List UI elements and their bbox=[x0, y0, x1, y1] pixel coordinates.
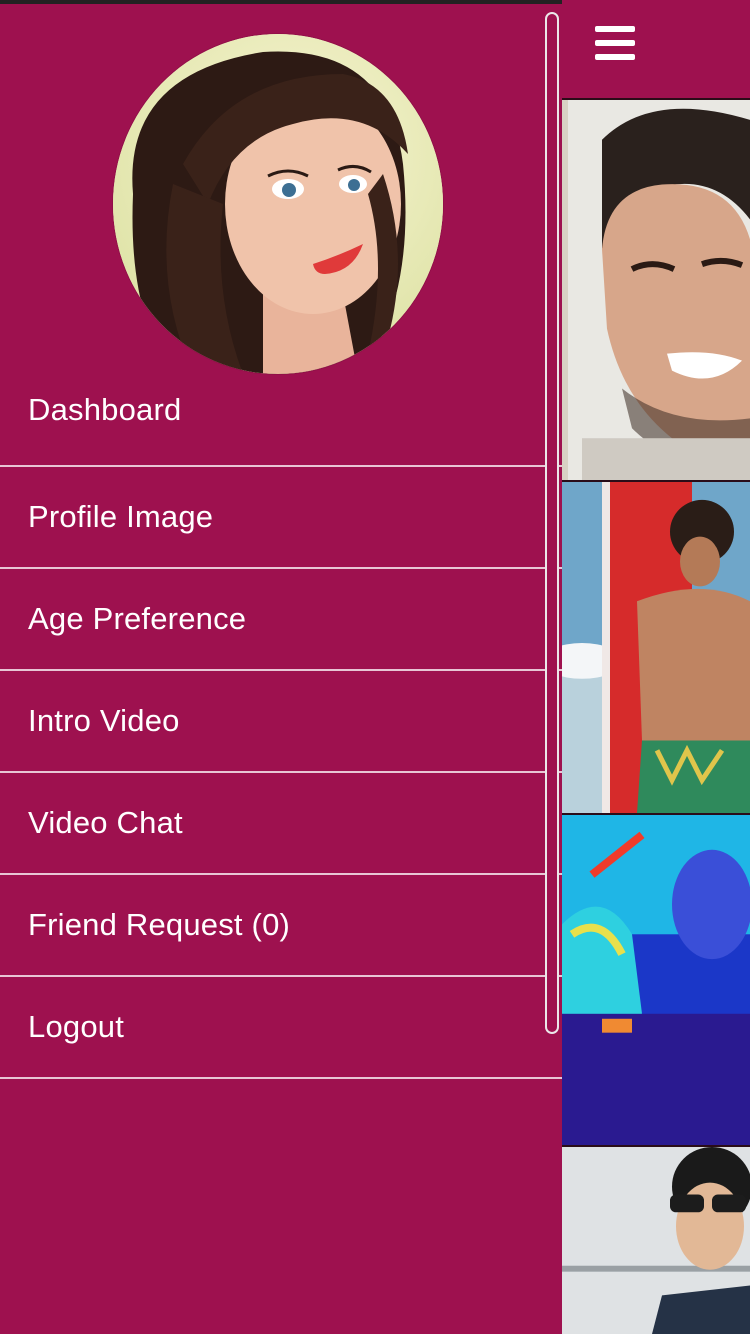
menu-item-label: Logout bbox=[28, 1009, 125, 1044]
menu-item-label: Age Preference bbox=[28, 601, 247, 636]
hamburger-menu-icon[interactable] bbox=[595, 26, 635, 64]
menu-item-intro-video[interactable]: Intro Video bbox=[0, 671, 562, 773]
user-photo-card[interactable] bbox=[562, 813, 750, 1145]
user-photo-image bbox=[562, 482, 750, 813]
menu-bar bbox=[595, 26, 635, 32]
drawer-scrollbar[interactable] bbox=[545, 12, 559, 1034]
user-photo-image bbox=[562, 815, 750, 1145]
app-screen: Dashboard Profile Image Age Preference I… bbox=[0, 0, 750, 1334]
user-photo-card[interactable] bbox=[562, 480, 750, 813]
navigation-drawer: Dashboard Profile Image Age Preference I… bbox=[0, 4, 562, 1334]
user-photo-image bbox=[562, 1147, 750, 1334]
menu-item-dashboard[interactable]: Dashboard bbox=[0, 359, 562, 467]
user-photo-card[interactable] bbox=[562, 98, 750, 480]
menu-item-friend-request[interactable]: Friend Request (0) bbox=[0, 875, 562, 977]
menu-bar bbox=[595, 40, 635, 46]
menu-item-label: Dashboard bbox=[28, 392, 182, 427]
drawer-menu: Dashboard Profile Image Age Preference I… bbox=[0, 359, 562, 1079]
avatar-image bbox=[113, 34, 443, 374]
user-photo-card[interactable] bbox=[562, 1145, 750, 1334]
menu-bar bbox=[595, 54, 635, 60]
menu-item-logout[interactable]: Logout bbox=[0, 977, 562, 1079]
menu-item-label: Profile Image bbox=[28, 499, 214, 534]
menu-item-age-preference[interactable]: Age Preference bbox=[0, 569, 562, 671]
menu-item-video-chat[interactable]: Video Chat bbox=[0, 773, 562, 875]
menu-item-label: Intro Video bbox=[28, 703, 180, 738]
menu-item-profile-image[interactable]: Profile Image bbox=[0, 467, 562, 569]
user-avatar[interactable] bbox=[113, 34, 443, 374]
menu-item-label: Video Chat bbox=[28, 805, 183, 840]
user-photo-image bbox=[562, 100, 750, 480]
menu-item-label: Friend Request (0) bbox=[28, 907, 291, 942]
